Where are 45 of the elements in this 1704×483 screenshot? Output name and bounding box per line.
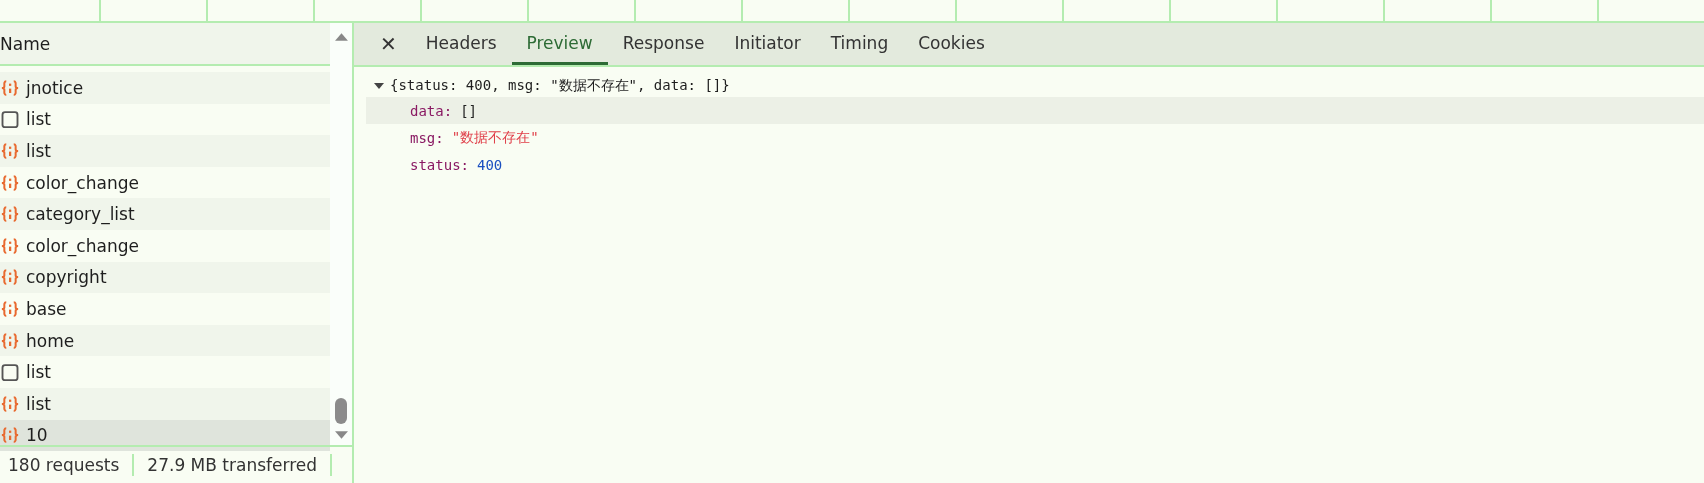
json-summary: {status: 400, msg: "数据不存在", data: []}	[390, 77, 730, 95]
request-row[interactable]: color_change	[0, 229, 330, 262]
braces-icon	[0, 77, 20, 98]
tab[interactable]: Timing	[815, 23, 904, 65]
status-text: 180 requests	[8, 455, 121, 475]
braces-icon	[0, 172, 20, 193]
request-row[interactable]: home	[0, 324, 330, 357]
tab[interactable]: Response	[607, 23, 720, 65]
braces-icon	[0, 204, 20, 225]
braces-icon	[0, 235, 20, 256]
request-row[interactable]: jnotice	[0, 72, 330, 104]
braces-icon	[0, 141, 20, 161]
braces-icon	[0, 393, 20, 414]
json-key: msg:	[410, 129, 444, 146]
braces-icon	[0, 330, 20, 351]
tab[interactable]: Cookies	[903, 23, 1000, 65]
json-value: "数据不存在"	[451, 128, 539, 147]
expanded-triangle-icon[interactable]	[374, 81, 384, 91]
braces-icon	[0, 425, 20, 446]
request-row[interactable]: list	[0, 356, 330, 388]
braces-icon	[0, 267, 20, 288]
braces-icon	[0, 298, 20, 319]
tab[interactable]: Initiator	[719, 23, 816, 65]
request-row[interactable]: copyright	[0, 261, 330, 294]
request-row[interactable]: category_list	[0, 198, 330, 230]
scroll-thumb[interactable]	[335, 398, 347, 424]
close-button[interactable]: ✕	[366, 23, 411, 65]
request-row[interactable]: list	[0, 387, 330, 420]
scroll-up-icon[interactable]	[333, 31, 349, 42]
tab[interactable]: Headers	[410, 23, 512, 65]
document-icon	[0, 109, 20, 130]
status-text: 27.9 MB transferred	[147, 455, 319, 475]
json-key: data:	[410, 102, 453, 119]
json-value: 400	[477, 156, 503, 173]
scrollbar[interactable]	[330, 23, 352, 445]
request-row[interactable]: list	[0, 103, 330, 136]
document-icon	[0, 362, 20, 383]
json-value: []	[460, 102, 477, 119]
column-header[interactable]: Name	[0, 33, 51, 54]
request-row[interactable]: list	[0, 135, 330, 167]
tab[interactable]: Preview	[511, 23, 608, 65]
request-row[interactable]: base	[0, 293, 330, 325]
scroll-down-icon[interactable]	[333, 430, 349, 441]
request-row[interactable]: color_change	[0, 166, 330, 199]
json-key: status:	[410, 156, 469, 173]
